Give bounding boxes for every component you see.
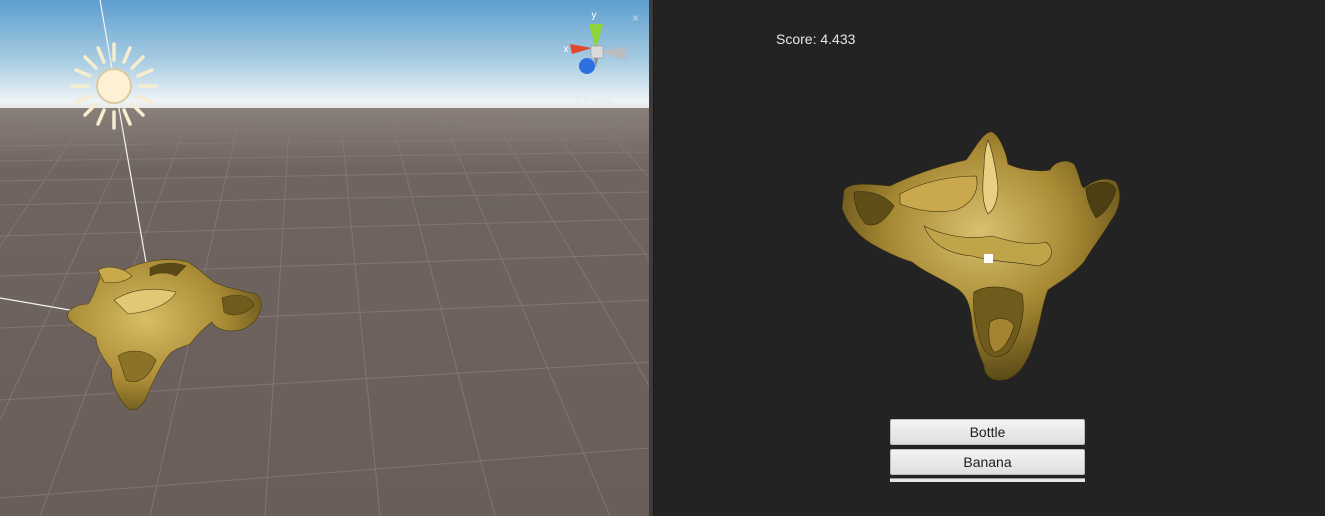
game-model[interactable]	[841, 131, 1121, 381]
scene-view[interactable]: y x < Persp ×	[0, 0, 649, 516]
z-axis-cone[interactable]	[579, 58, 595, 74]
perspective-label[interactable]: < Persp	[574, 95, 612, 107]
y-axis-label: y	[592, 10, 597, 21]
bottle-button[interactable]: Bottle	[890, 419, 1085, 445]
banana-button[interactable]: Banana	[890, 449, 1085, 475]
partial-button[interactable]	[890, 478, 1085, 482]
gizmo-center[interactable]	[590, 45, 604, 59]
game-view[interactable]: Score: 4.433 Bottle Banana	[653, 0, 1325, 516]
scene-canvas[interactable]: y x < Persp ×	[0, 0, 649, 516]
crosshair-marker	[984, 254, 993, 263]
close-icon[interactable]: ×	[632, 11, 639, 25]
sun-icon[interactable]	[70, 42, 158, 130]
sky	[0, 0, 649, 112]
x-axis-label: x	[564, 44, 569, 55]
